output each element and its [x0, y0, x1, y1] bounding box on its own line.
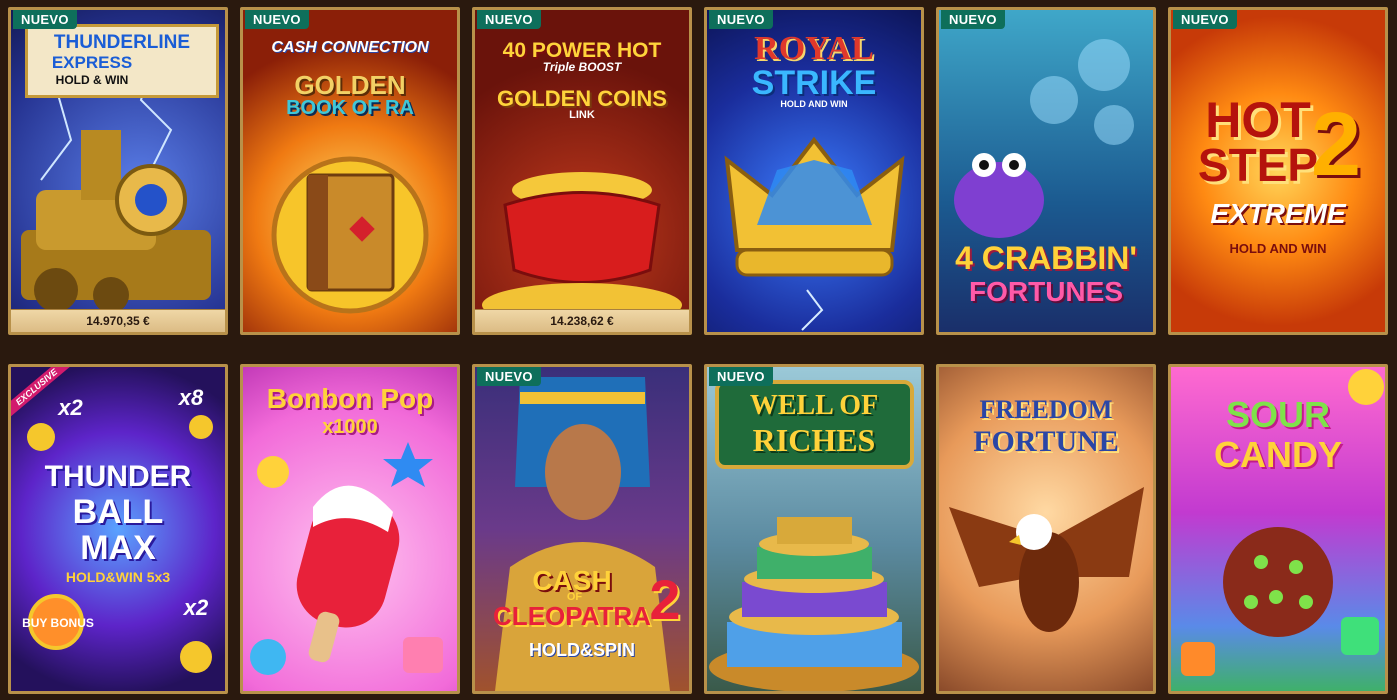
game-title: GOLDEN [294, 70, 406, 100]
game-title-line2: BOOK OF RA [286, 97, 414, 119]
game-subtitle: x1000 [322, 416, 378, 438]
game-title-small: Triple BOOST [542, 60, 622, 74]
game-title: THUNDER [44, 460, 192, 493]
game-artwork: Bonbon Pop x1000 [243, 367, 457, 691]
game-tile-well-of-riches[interactable]: WELL OF RICHES NUEVO [704, 364, 924, 694]
game-title: Bonbon Pop [266, 383, 434, 414]
multiplier-x8: x8 [178, 385, 204, 410]
new-badge: NUEVO [245, 10, 309, 29]
game-tile-thunderline-express[interactable]: THUNDERLINE EXPRESS HOLD & WIN NUEVO 14.… [8, 7, 228, 335]
game-artwork: ROYAL STRIKE HOLD AND WIN [707, 10, 921, 332]
game-title: WELL OF [749, 390, 879, 421]
game-artwork: SOUR CANDY [1171, 367, 1385, 691]
game-title-number: 2 [649, 568, 681, 631]
game-tile-sour-candy[interactable]: SOUR CANDY [1168, 364, 1388, 694]
game-title-line3: MAX [80, 529, 156, 567]
game-title: SOUR [1225, 394, 1330, 435]
new-badge: NUEVO [1173, 10, 1237, 29]
game-subtitle: HOLD AND WIN [780, 99, 848, 109]
game-title: 40 POWER HOT [502, 39, 662, 62]
jackpot-amount: 14.970,35 € [11, 309, 225, 332]
game-title-line2: CANDY [1213, 434, 1342, 475]
game-title-line2: GOLDEN COINS [497, 86, 667, 111]
game-title-line3: EXTREME [1210, 198, 1346, 229]
game-title: THUNDERLINE [53, 32, 191, 53]
game-title-line2: FORTUNES [969, 276, 1123, 307]
game-artwork: THUNDERLINE EXPRESS HOLD & WIN [11, 10, 225, 332]
buy-bonus-label: BUY BONUS [22, 616, 94, 630]
game-tile-royal-strike[interactable]: ROYAL STRIKE HOLD AND WIN NUEVO [704, 7, 924, 335]
game-subtitle: HOLD&WIN 5x3 [65, 569, 171, 585]
game-subtitle: HOLD AND WIN [1229, 241, 1327, 256]
game-tile-thunder-ball-max[interactable]: x2 x8 x2 THUNDER BALL MAX HOLD&WIN 5x3 B… [8, 364, 228, 694]
game-artwork: x2 x8 x2 THUNDER BALL MAX HOLD&WIN 5x3 B… [11, 367, 225, 691]
game-subtitle: HOLD&SPIN [528, 640, 635, 660]
game-artwork: CASH CONNECTION GOLDEN BOOK OF RA [243, 10, 457, 332]
game-title: 4 CRABBIN' [955, 240, 1137, 276]
game-subtitle: HOLD & WIN [55, 73, 129, 87]
game-tile-40-power-hot[interactable]: 40 POWER HOT Triple BOOST GOLDEN COINS L… [472, 7, 692, 335]
game-title-line2: FORTUNE [973, 425, 1119, 458]
game-title: ROYAL [754, 30, 874, 67]
game-title-top: CASH CONNECTION [271, 39, 429, 56]
game-artwork: HOT STEP 2 EXTREME HOLD AND WIN [1171, 10, 1385, 332]
game-tile-4-crabbin-fortunes[interactable]: 4 CRABBIN' FORTUNES NUEVO [936, 7, 1156, 335]
new-badge: NUEVO [13, 10, 77, 29]
jackpot-amount: 14.238,62 € [475, 309, 689, 332]
new-badge: NUEVO [477, 367, 541, 386]
multiplier-x2-bottom: x2 [183, 595, 209, 620]
game-title-line2: BALL [72, 493, 164, 531]
book-illustration [271, 156, 429, 314]
game-title-tag: LINK [569, 109, 595, 121]
game-title-number: 2 [1310, 95, 1362, 195]
new-badge: NUEVO [709, 10, 773, 29]
new-badge: NUEVO [941, 10, 1005, 29]
new-badge: NUEVO [709, 367, 773, 386]
game-artwork: 40 POWER HOT Triple BOOST GOLDEN COINS L… [475, 10, 689, 332]
game-logo-panel: THUNDERLINE EXPRESS HOLD & WIN [25, 24, 219, 98]
game-tile-golden-book-of-ra[interactable]: CASH CONNECTION GOLDEN BOOK OF RA NUEVO [240, 7, 460, 335]
game-title-line2: EXPRESS [51, 53, 133, 72]
game-artwork: WELL OF RICHES [707, 367, 921, 691]
game-artwork: CASH OF CLEOPATRA 2 HOLD&SPIN [475, 367, 689, 691]
game-title-line2: RICHES [752, 422, 876, 458]
game-tile-freedom-fortune[interactable]: FREEDOM FORTUNE [936, 364, 1156, 694]
game-artwork: 4 CRABBIN' FORTUNES [939, 10, 1153, 332]
game-title: FREEDOM [979, 395, 1113, 424]
game-artwork: FREEDOM FORTUNE [939, 367, 1153, 691]
game-tile-hot-step-2-extreme[interactable]: HOT STEP 2 EXTREME HOLD AND WIN NUEVO [1168, 7, 1388, 335]
game-grid: THUNDERLINE EXPRESS HOLD & WIN NUEVO 14.… [0, 0, 1397, 700]
game-tile-cash-of-cleopatra-2[interactable]: CASH OF CLEOPATRA 2 HOLD&SPIN NUEVO [472, 364, 692, 694]
game-tile-bonbon-pop[interactable]: Bonbon Pop x1000 [240, 364, 460, 694]
game-title-line2: STRIKE [751, 64, 877, 102]
new-badge: NUEVO [477, 10, 541, 29]
